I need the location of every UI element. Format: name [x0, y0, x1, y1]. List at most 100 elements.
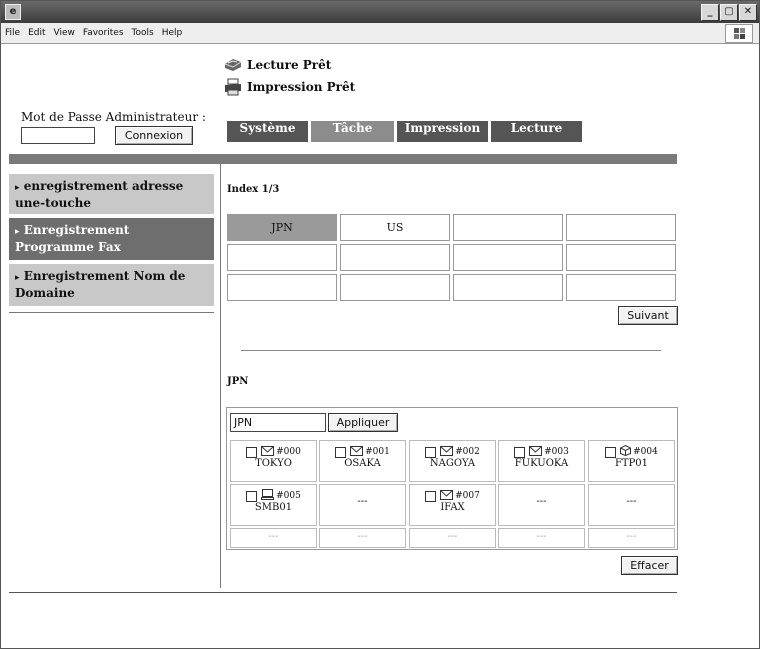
- index-cell[interactable]: [227, 244, 337, 271]
- menu-edit[interactable]: Edit: [24, 23, 49, 43]
- scanner-icon: [224, 59, 242, 71]
- directory-entry-empty[interactable]: ---: [588, 484, 675, 526]
- admin-password-label: Mot de Passe Administrateur :: [21, 110, 206, 124]
- page-content: Lecture Prêt Impression Prêt Mot de Pass…: [1, 44, 759, 648]
- directory-entry[interactable]: #007 IFAX: [409, 484, 496, 526]
- index-cell[interactable]: [453, 274, 563, 301]
- index-cell[interactable]: [340, 274, 450, 301]
- index-cell[interactable]: [340, 244, 450, 271]
- directory-entry[interactable]: #005 SMB01: [230, 484, 317, 526]
- directory-entry[interactable]: #000 TOKYO: [230, 440, 317, 482]
- entry-checkbox[interactable]: [605, 446, 617, 458]
- mail-icon: [529, 445, 543, 459]
- login-button[interactable]: Connexion: [115, 126, 193, 145]
- footer-rule: [9, 592, 677, 593]
- clear-button[interactable]: Effacer: [621, 556, 678, 575]
- entry-checkbox[interactable]: [425, 446, 437, 458]
- entry-number: #005: [276, 491, 301, 501]
- empty-entry-label: ---: [357, 496, 368, 507]
- empty-entry-label: ---: [268, 531, 279, 542]
- smb-icon: [261, 489, 275, 503]
- mail-icon: [350, 445, 364, 459]
- entry-checkbox[interactable]: [246, 446, 258, 458]
- arrow-right-icon: ▸: [15, 273, 20, 283]
- entry-header: #005: [231, 489, 316, 503]
- index-cell-jpn[interactable]: JPN: [227, 214, 337, 241]
- entry-name: IFAX: [440, 502, 465, 513]
- sidebar-item-label: Enregistrement Nom de Domaine: [15, 269, 186, 300]
- entry-header: #000: [231, 445, 316, 459]
- sidebar-item-fax-program[interactable]: ▸ Enregistrement Programme Fax: [9, 218, 214, 260]
- ie-window-icon: e: [5, 4, 21, 20]
- entry-number: #004: [633, 447, 658, 457]
- tab-print[interactable]: Impression: [397, 121, 488, 142]
- index-cell-us[interactable]: US: [340, 214, 450, 241]
- empty-entry-label: ---: [357, 531, 368, 542]
- entry-checkbox[interactable]: [246, 490, 258, 502]
- close-button[interactable]: ✕: [739, 4, 757, 21]
- directory-entry[interactable]: #001 OSAKA: [319, 440, 406, 482]
- entry-header: #004: [589, 444, 674, 458]
- directory-entry-empty[interactable]: ---: [230, 528, 317, 548]
- header-band: [9, 154, 677, 164]
- printer-status: Lecture Prêt Impression Prêt: [223, 54, 355, 98]
- next-button[interactable]: Suivant: [618, 306, 678, 325]
- directory-entry-empty[interactable]: ---: [409, 528, 496, 548]
- directory-filter-input[interactable]: JPN: [230, 413, 326, 432]
- title-bar: e _ ▢ ✕: [1, 1, 759, 23]
- minimize-button[interactable]: _: [701, 4, 719, 21]
- index-cell[interactable]: [453, 244, 563, 271]
- entry-name: OSAKA: [344, 458, 381, 469]
- entry-name: NAGOYA: [429, 458, 476, 469]
- mail-icon: [261, 445, 275, 459]
- arrow-right-icon: ▸: [15, 183, 20, 193]
- directory-entry[interactable]: #002 NAGOYA: [409, 440, 496, 482]
- mail-icon: [440, 489, 454, 503]
- entry-name: TOKYO: [255, 458, 292, 469]
- sidebar-item-label: Enregistrement Programme Fax: [15, 223, 130, 254]
- sidebar-item-label: enregistrement adresse une-touche: [15, 179, 184, 210]
- empty-entry-label: ---: [536, 531, 547, 542]
- empty-entry-label: ---: [626, 531, 637, 542]
- index-heading: Index 1/3: [227, 184, 280, 195]
- menu-tools[interactable]: Tools: [128, 23, 158, 43]
- admin-password-input[interactable]: [21, 127, 95, 144]
- tab-task[interactable]: Tâche: [311, 121, 394, 142]
- entry-checkbox[interactable]: [425, 490, 437, 502]
- index-cell[interactable]: [566, 244, 676, 271]
- menu-favorites[interactable]: Favorites: [79, 23, 128, 43]
- directory-entry-empty[interactable]: ---: [588, 528, 675, 548]
- browser-window: e _ ▢ ✕ File Edit View Favorites Tools Help L…: [0, 0, 760, 649]
- index-cell[interactable]: [566, 274, 676, 301]
- mail-icon: [440, 445, 454, 459]
- sidebar-item-domain-name[interactable]: ▸ Enregistrement Nom de Domaine: [9, 264, 214, 306]
- directory-entry[interactable]: #003 FUKUOKA: [498, 440, 585, 482]
- index-cell[interactable]: [227, 274, 337, 301]
- tab-scan[interactable]: Lecture: [491, 121, 582, 142]
- directory-entry-empty[interactable]: ---: [319, 484, 406, 526]
- maximize-button[interactable]: ▢: [720, 4, 738, 21]
- menu-help[interactable]: Help: [158, 23, 187, 43]
- directory-heading: JPN: [227, 376, 249, 387]
- entry-name: FTP01: [614, 458, 649, 469]
- index-cell[interactable]: [566, 214, 676, 241]
- tab-system[interactable]: Système: [227, 121, 308, 142]
- directory-entry-empty[interactable]: ---: [498, 484, 585, 526]
- directory-entry-empty[interactable]: ---: [498, 528, 585, 548]
- sidebar-divider: [220, 164, 221, 588]
- empty-entry-label: ---: [536, 496, 547, 507]
- index-cell[interactable]: [453, 214, 563, 241]
- menu-view[interactable]: View: [50, 23, 79, 43]
- menu-file[interactable]: File: [1, 23, 24, 43]
- entry-checkbox[interactable]: [335, 446, 347, 458]
- entry-checkbox[interactable]: [514, 446, 526, 458]
- entry-header: #003: [499, 445, 584, 459]
- entry-number: #002: [455, 447, 480, 457]
- arrow-right-icon: ▸: [15, 227, 20, 237]
- entry-header: #007: [410, 489, 495, 503]
- entry-number: #000: [276, 447, 301, 457]
- directory-entry-empty[interactable]: ---: [319, 528, 406, 548]
- sidebar-item-one-touch[interactable]: ▸ enregistrement adresse une-touche: [9, 174, 214, 214]
- directory-entry[interactable]: #004 FTP01: [588, 440, 675, 482]
- apply-button[interactable]: Appliquer: [328, 413, 398, 432]
